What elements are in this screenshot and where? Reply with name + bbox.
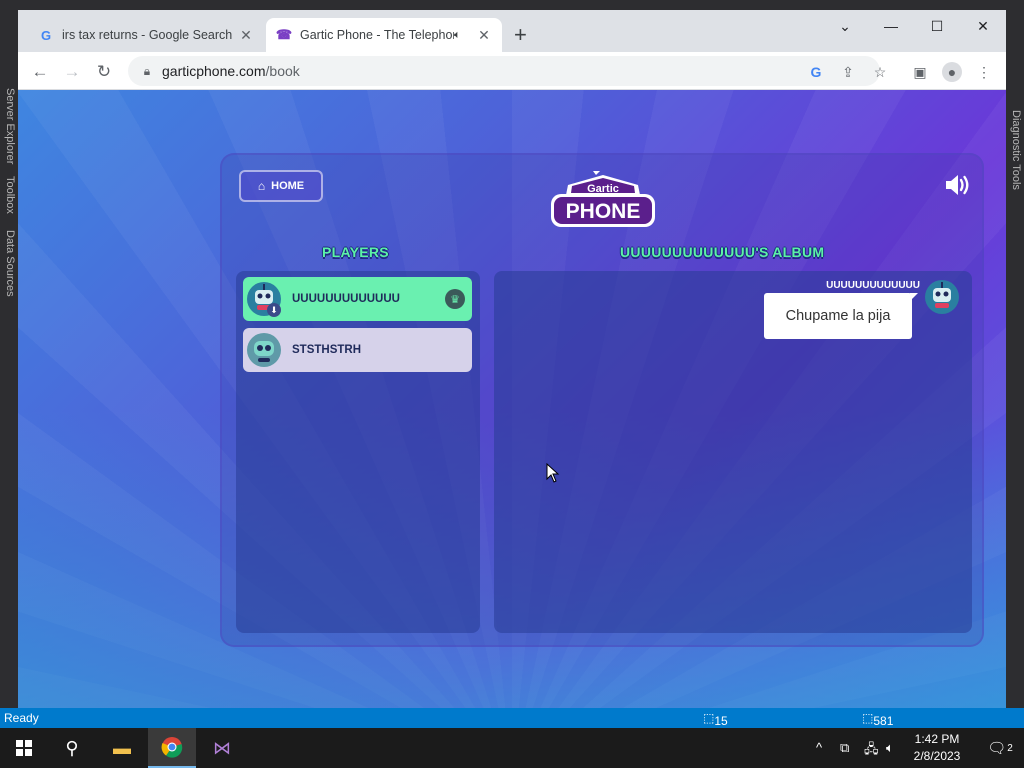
tab-gartic-phone[interactable]: ☎ Gartic Phone - The Telephone 🔈︎ ✕ xyxy=(266,18,502,52)
selection-size-readout: ⬚581 x 414 xyxy=(862,711,894,756)
profile-icon[interactable]: ● xyxy=(942,62,962,82)
chrome-taskbar-icon[interactable] xyxy=(148,728,196,768)
tab-title: Gartic Phone - The Telephone xyxy=(300,28,454,42)
players-list: ⬇ UUUUUUUUUUUUU ♛ STSTHSTRH xyxy=(236,271,480,633)
search-icon[interactable]: ⚲ xyxy=(48,728,96,768)
toolbox-tab[interactable]: Toolbox xyxy=(4,176,16,214)
cursor-position-readout: ⬚15 , 15 xyxy=(703,711,728,756)
google-favicon-icon: G xyxy=(40,27,52,43)
lock-icon[interactable]: 🔒︎ xyxy=(132,64,162,79)
speaker-icon[interactable]: 🔈︎ xyxy=(454,29,470,42)
ide-status-bar: Ready ⬚15 , 15 ⬚581 x 414 xyxy=(0,708,1024,756)
album-message-bubble: Chupame la pija xyxy=(764,293,918,339)
tab-strip: G irs tax returns - Google Search ✕ ☎ Ga… xyxy=(18,10,1006,52)
robot-avatar-icon xyxy=(925,280,959,314)
close-window-button[interactable]: ✕ xyxy=(960,10,1006,42)
minimize-button[interactable]: — xyxy=(868,10,914,42)
players-heading: PLAYERS xyxy=(322,244,389,260)
mouse-cursor-icon xyxy=(546,463,560,483)
google-lens-icon[interactable]: G xyxy=(806,62,826,82)
gartic-favicon-icon: ☎ xyxy=(275,27,293,42)
sound-icon[interactable] xyxy=(944,173,972,197)
crown-icon: ♛ xyxy=(445,289,465,309)
share-icon[interactable]: ⇪ xyxy=(838,62,858,82)
volume-icon[interactable]: 🔈︎ xyxy=(886,740,894,756)
clock[interactable]: 1:42 PM 2/8/2023 xyxy=(902,731,972,765)
tray-overflow-icon[interactable]: ^ xyxy=(816,740,822,755)
album-heading: UUUUUUUUUUUUU'S ALBUM xyxy=(620,244,825,260)
game-page: ⌂ HOME Gartic PHONE PLAYERS UUUUUUUUUUUU… xyxy=(18,90,1006,710)
gartic-phone-logo: Gartic PHONE xyxy=(551,171,655,227)
logo-top-text: Gartic xyxy=(587,183,619,195)
download-badge-icon: ⬇ xyxy=(267,303,281,317)
player-row-host[interactable]: ⬇ UUUUUUUUUUUUU ♛ xyxy=(243,277,472,321)
maximize-button[interactable]: ☐ xyxy=(914,10,960,42)
robot-avatar-icon xyxy=(247,333,281,367)
network-icon[interactable]: 🖧︎ xyxy=(864,740,879,762)
album-message-text: Chupame la pija xyxy=(785,308,891,324)
notification-count: 2 xyxy=(1007,742,1013,754)
url-text: garticphone.com/book xyxy=(162,63,300,79)
back-icon[interactable]: ← xyxy=(28,60,52,84)
side-panel-icon[interactable]: ▣ xyxy=(910,62,930,82)
ide-right-panel: Diagnostic Tools xyxy=(1006,0,1024,708)
visual-studio-icon[interactable]: ⋈ xyxy=(198,728,246,768)
windows-start-icon[interactable] xyxy=(0,728,48,768)
file-explorer-icon[interactable]: ▬ xyxy=(98,728,146,768)
forward-icon[interactable]: → xyxy=(60,60,84,84)
close-icon[interactable]: ✕ xyxy=(238,27,254,44)
ide-left-panel: Server Explorer Toolbox Data Sources xyxy=(0,0,18,708)
home-icon: ⌂ xyxy=(257,179,266,193)
diagnostic-tools-tab[interactable]: Diagnostic Tools xyxy=(1010,110,1022,190)
notifications-icon[interactable]: 🗨︎ 2 xyxy=(976,728,1024,768)
player-row[interactable]: STSTHSTRH xyxy=(243,328,472,372)
address-bar[interactable]: 🔒︎ garticphone.com/book xyxy=(128,56,880,86)
home-label: HOME xyxy=(271,180,305,192)
album-author-name: UUUUUUUUUUUUU xyxy=(826,280,920,291)
status-ready: Ready xyxy=(4,711,39,725)
clock-date: 2/8/2023 xyxy=(913,749,961,763)
close-icon[interactable]: ✕ xyxy=(476,27,492,44)
tab-google-search[interactable]: G irs tax returns - Google Search ✕ xyxy=(28,18,264,52)
windows-taskbar: ⚲ ▬ ⋈ ^ ⧉ 🖧︎ 🔈︎ 1:42 PM 2/8/2023 🗨︎ 2 xyxy=(0,728,1024,768)
tab-search-icon[interactable]: ⌄ xyxy=(822,10,868,42)
home-button[interactable]: ⌂ HOME xyxy=(239,170,323,202)
server-explorer-tab[interactable]: Server Explorer xyxy=(4,88,16,164)
tab-title: irs tax returns - Google Search xyxy=(62,28,233,42)
data-sources-tab[interactable]: Data Sources xyxy=(4,230,16,297)
new-tab-button[interactable]: + xyxy=(514,24,527,46)
tray-app-icon[interactable]: ⧉ xyxy=(840,740,849,756)
logo-bottom-text: PHONE xyxy=(566,200,641,223)
reload-icon[interactable]: ↻ xyxy=(92,60,116,84)
album-area: UUUUUUUUUUUUU Chupame la pija xyxy=(494,271,972,633)
game-panel: ⌂ HOME Gartic PHONE PLAYERS UUUUUUUUUUUU… xyxy=(220,153,984,647)
clock-time: 1:42 PM xyxy=(914,732,960,746)
player-name: UUUUUUUUUUUUU xyxy=(292,293,400,305)
player-name: STSTHSTRH xyxy=(292,344,361,356)
browser-toolbar: ← → ↻ 🔒︎ garticphone.com/book G ⇪ ☆ ▣ ● … xyxy=(18,52,1006,90)
menu-dots-icon[interactable]: ⋮ xyxy=(974,62,994,82)
bookmark-star-icon[interactable]: ☆ xyxy=(870,62,890,82)
browser-window: G irs tax returns - Google Search ✕ ☎ Ga… xyxy=(18,10,1006,710)
